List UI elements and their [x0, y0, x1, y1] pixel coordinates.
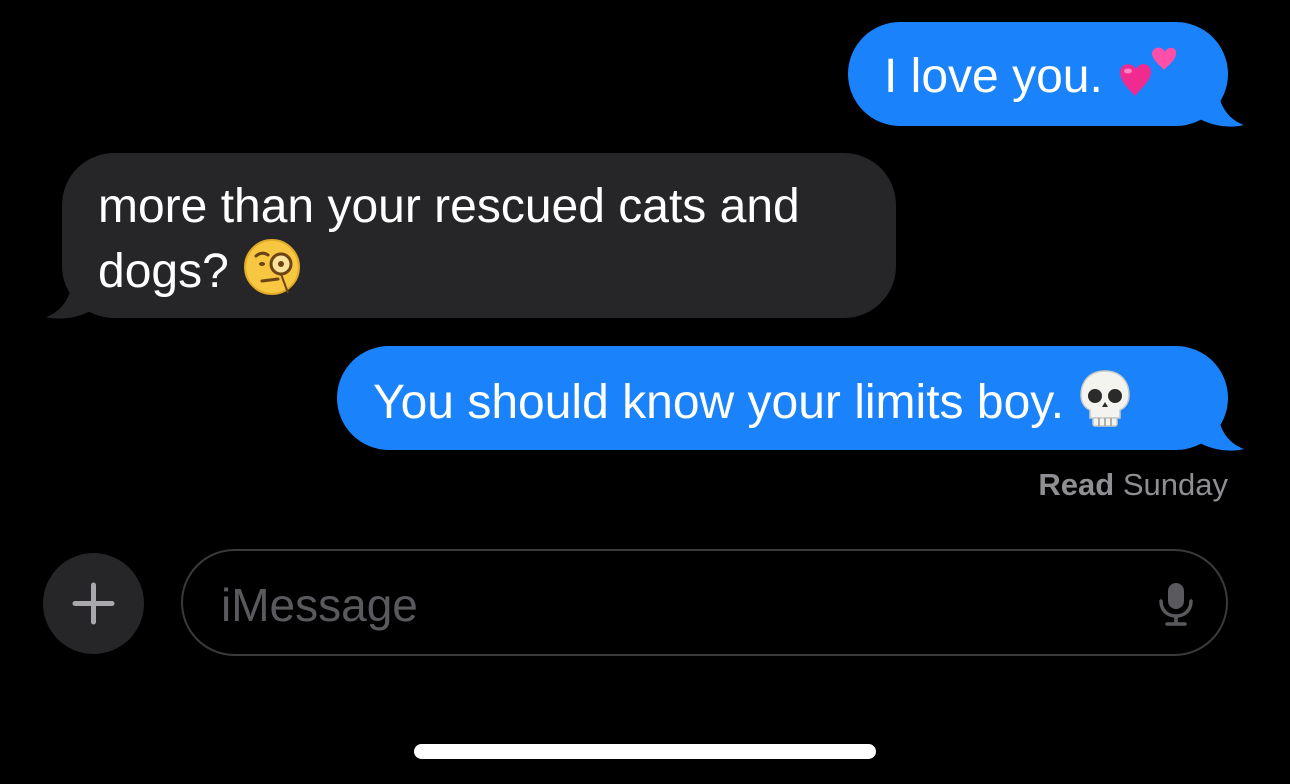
read-status: Read	[1038, 467, 1115, 502]
message-text: I love you.	[884, 50, 1103, 104]
face-with-monocle-icon	[242, 237, 302, 312]
microphone-icon[interactable]	[1156, 581, 1196, 632]
two-hearts-icon	[1116, 44, 1177, 115]
home-indicator[interactable]	[414, 744, 876, 759]
skull-icon	[1077, 368, 1133, 443]
message-text: You should know your limits boy.	[373, 376, 1065, 430]
message-bubble-received[interactable]: more than your rescued cats and dogs?	[62, 153, 896, 318]
message-bubble-sent[interactable]: I love you.	[848, 22, 1228, 126]
message-input[interactable]: iMessage	[181, 549, 1228, 656]
message-text: more than your rescued cats and dogs?	[98, 180, 800, 299]
plus-icon	[72, 582, 115, 625]
message-bubble-sent[interactable]: You should know your limits boy.	[337, 346, 1228, 450]
message-input-placeholder: iMessage	[221, 579, 418, 631]
read-time: Sunday	[1122, 467, 1228, 502]
read-receipt: Read Sunday	[1038, 466, 1228, 504]
add-attachment-button[interactable]	[43, 553, 144, 654]
